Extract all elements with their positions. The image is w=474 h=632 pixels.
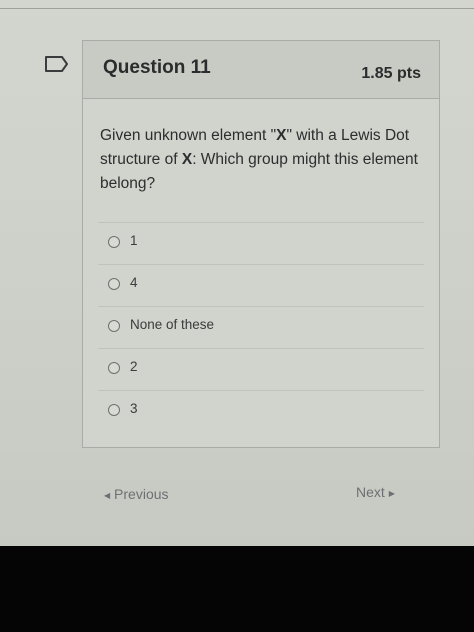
radio-button-icon[interactable] bbox=[108, 320, 120, 332]
answer-list: 1 4 None of these 2 3 bbox=[98, 222, 424, 432]
previous-label: Previous bbox=[114, 486, 169, 502]
flag-icon[interactable] bbox=[44, 55, 70, 73]
answer-label: 2 bbox=[130, 359, 138, 374]
previous-button[interactable]: ◀ Previous bbox=[104, 486, 169, 502]
question-points: 1.85 pts bbox=[361, 65, 421, 82]
top-divider bbox=[0, 8, 474, 9]
triangle-left-icon: ◀ bbox=[104, 490, 111, 500]
answer-label: 3 bbox=[130, 401, 138, 416]
answer-label: 1 bbox=[130, 233, 138, 248]
answer-option[interactable]: 2 bbox=[98, 348, 424, 390]
answer-label: None of these bbox=[130, 317, 215, 332]
answer-option[interactable]: 3 bbox=[98, 390, 424, 432]
triangle-right-icon: ▶ bbox=[388, 488, 395, 498]
radio-button-icon[interactable] bbox=[108, 236, 120, 248]
answer-option[interactable]: None of these bbox=[98, 306, 424, 348]
answer-option[interactable]: 1 bbox=[98, 222, 424, 264]
question-text: Given unknown element "X" with a Lewis D… bbox=[100, 127, 418, 192]
radio-button-icon[interactable] bbox=[108, 362, 120, 374]
monitor-bezel bbox=[0, 546, 474, 632]
radio-button-icon[interactable] bbox=[108, 404, 120, 416]
answer-option[interactable]: 4 bbox=[98, 264, 424, 306]
question-title: Question 11 bbox=[103, 57, 211, 78]
question-header: Question 11 1.85 pts bbox=[83, 41, 439, 99]
next-label: Next bbox=[356, 484, 385, 500]
answer-label: 4 bbox=[130, 275, 138, 290]
next-button[interactable]: Next ▶ bbox=[356, 484, 395, 500]
radio-button-icon[interactable] bbox=[108, 278, 120, 290]
quiz-screen: Question 11 1.85 pts Given unknown eleme… bbox=[0, 0, 474, 548]
